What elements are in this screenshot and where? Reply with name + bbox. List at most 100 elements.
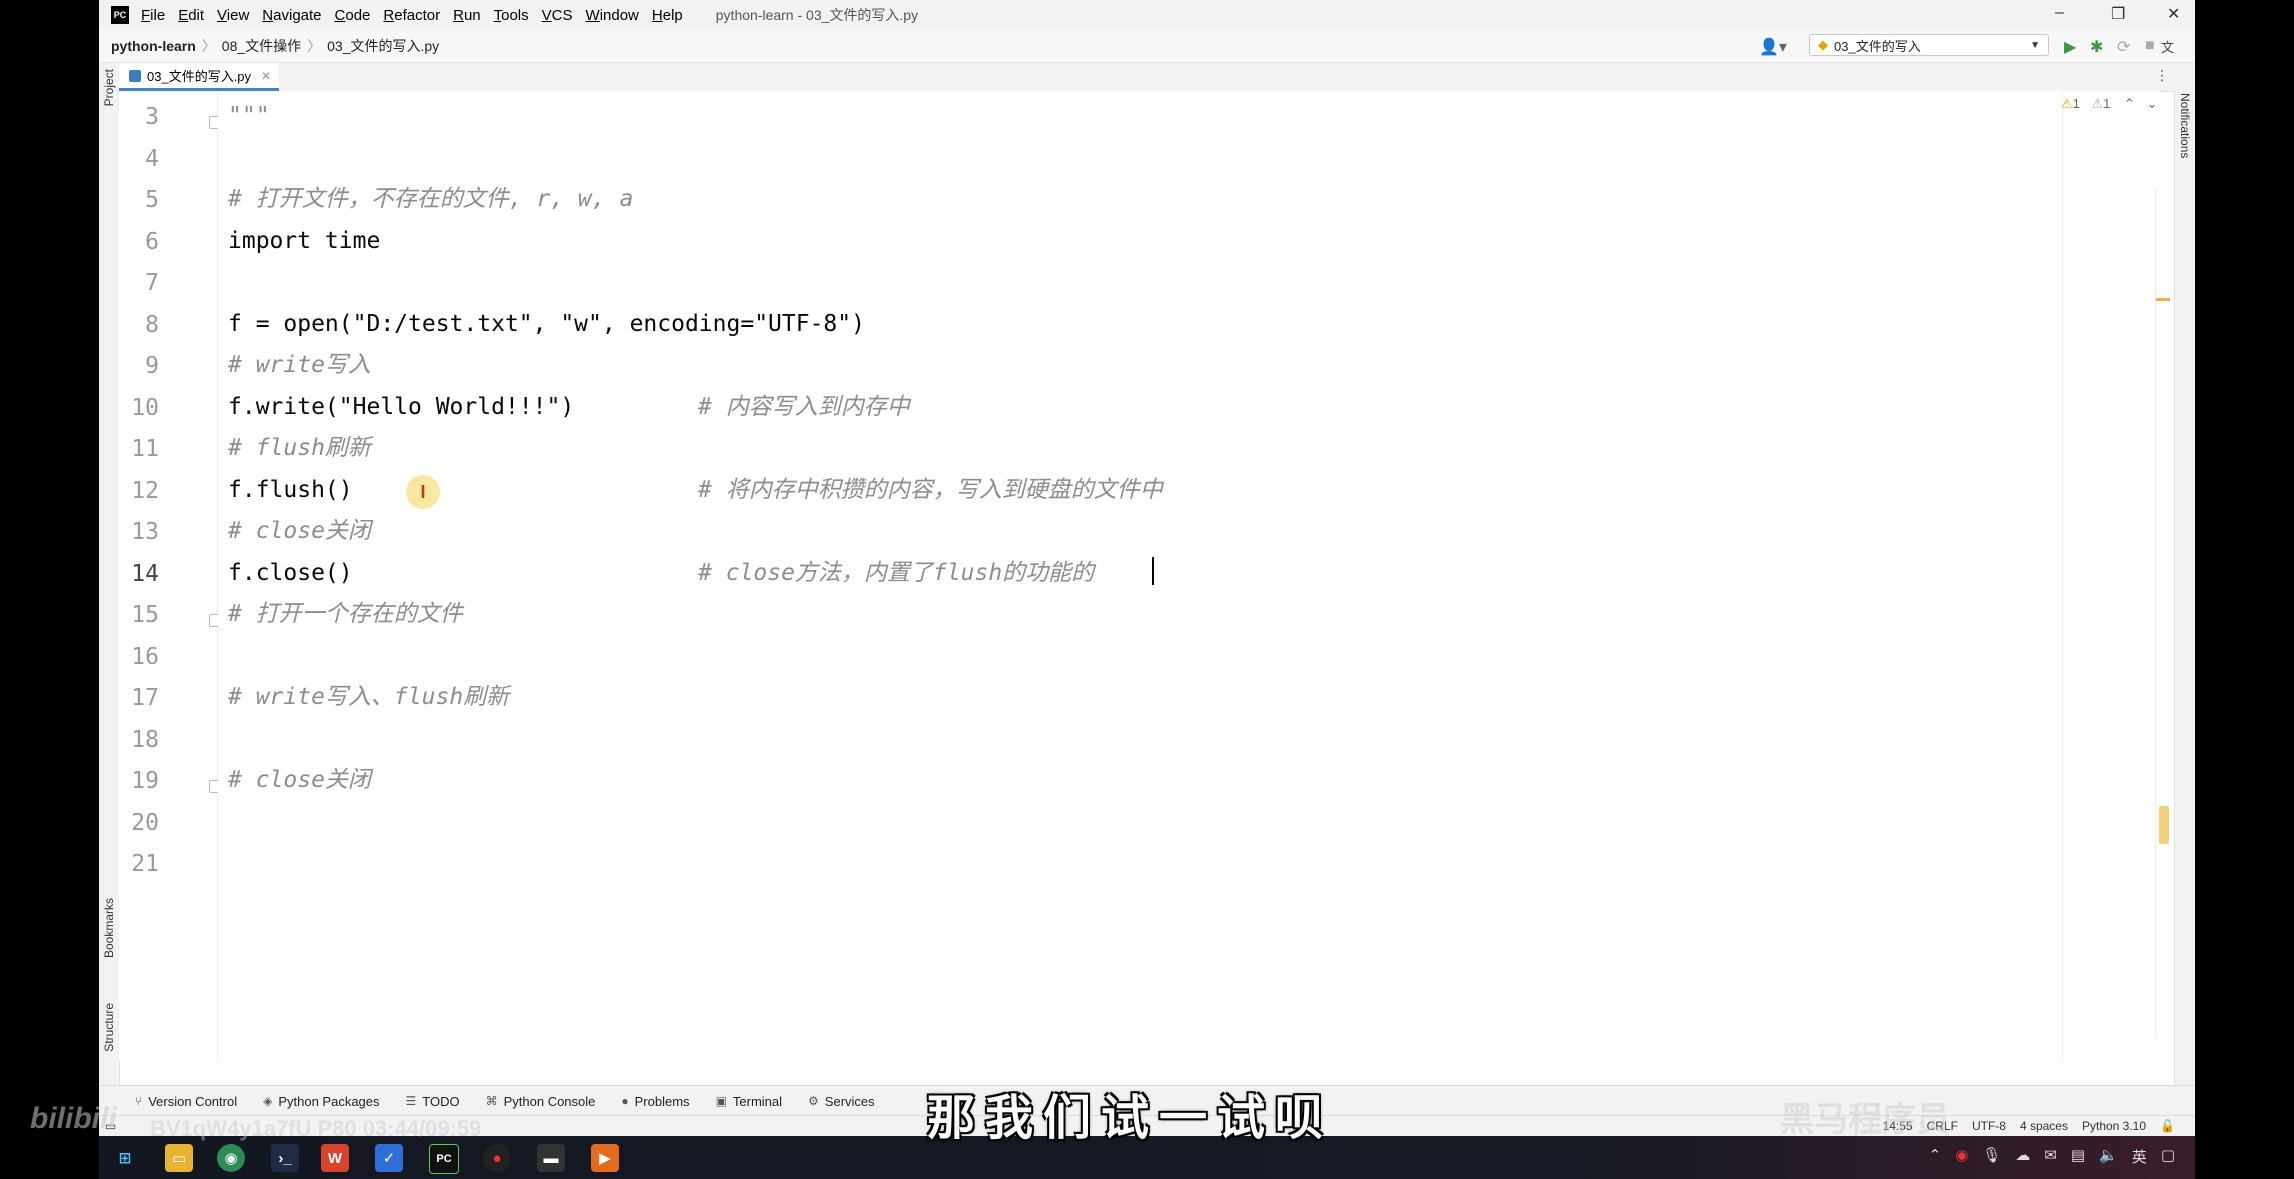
menu-navigate[interactable]: Navigate <box>262 7 321 24</box>
bookmarks-tool-tab[interactable]: Bookmarks <box>102 898 116 958</box>
menu-tools[interactable]: Tools <box>494 7 529 24</box>
menu-bar: PC File Edit View Navigate Code Refactor… <box>99 0 2195 30</box>
translate-icon[interactable]: 文 <box>2161 37 2174 56</box>
notifications-tool-tab[interactable]: Notifications <box>2178 93 2192 158</box>
cloud-icon[interactable]: ☁ <box>2015 1146 2030 1167</box>
problems-button[interactable]: ● Problems <box>621 1094 689 1109</box>
menu-window[interactable]: Window <box>586 7 639 24</box>
code-line: # close关闭 <box>228 760 371 800</box>
chevron-up-icon[interactable]: ⌃ <box>2124 96 2135 111</box>
console-app-icon[interactable]: ▬ <box>537 1144 565 1172</box>
volume-icon[interactable]: 🔈 <box>2099 1146 2118 1167</box>
packages-icon: ◈ <box>263 1094 273 1108</box>
line-number: 8 <box>145 311 159 338</box>
code-text: f = open("D:/test.txt", "w", encoding="U… <box>228 310 865 337</box>
network-icon[interactable]: ▤ <box>2071 1146 2085 1167</box>
line-number: 9 <box>145 353 159 379</box>
version-control-button[interactable]: ⑂ Version Control <box>135 1094 237 1109</box>
scrollbar-thumb[interactable] <box>2159 806 2169 844</box>
pycharm-taskbar-icon[interactable]: PC <box>429 1144 459 1174</box>
code-text: # close关闭 <box>228 767 371 793</box>
windows-start-icon[interactable]: ⊞ <box>111 1144 139 1172</box>
todo-label: TODO <box>422 1093 460 1109</box>
lock-icon[interactable]: 🔓 <box>2160 1119 2175 1133</box>
project-tool-tab[interactable]: Project <box>102 69 116 106</box>
menu-view[interactable]: View <box>217 7 249 24</box>
menu-refactor[interactable]: Refactor <box>383 7 440 24</box>
record-status-icon[interactable]: ◉ <box>1955 1146 1968 1167</box>
code-text: f.write("Hello World!!!") <box>228 393 575 420</box>
more-options-icon[interactable]: ⋮ <box>2155 67 2169 84</box>
code-text: # 打开文件，不存在的文件, r, w, a <box>228 186 634 212</box>
structure-tool-tab[interactable]: Structure <box>102 1003 116 1052</box>
line-number: 6 <box>145 228 159 255</box>
tab-03-file-write[interactable]: 03_文件的写入.py ✕ <box>119 63 279 91</box>
menu-file[interactable]: File <box>141 7 165 24</box>
wechat-icon[interactable]: ✉ <box>2044 1146 2057 1167</box>
minimize-icon[interactable]: – <box>2055 4 2064 22</box>
code-text: import time <box>228 227 381 254</box>
system-tray: ⌃ ◉ 🎙 ☁ ✉ ▤ 🔈 英 ▢ <box>1929 1146 2175 1167</box>
coverage-icon[interactable]: ⟳ <box>2117 37 2130 57</box>
ime-indicator[interactable]: 英 <box>2132 1146 2147 1167</box>
code-line: f.write("Hello World!!!") # 内容写入到内存中 <box>228 387 910 427</box>
todo-button[interactable]: ☰ TODO <box>406 1094 460 1109</box>
line-number: 21 <box>131 851 159 877</box>
user-icon[interactable]: 👤▾ <box>1759 37 1787 57</box>
breadcrumb-file[interactable]: 03_文件的写入.py <box>327 36 439 56</box>
chrome-icon[interactable]: ◉ <box>217 1144 245 1172</box>
line-number: 11 <box>131 436 159 462</box>
notification-center-icon[interactable]: ▢ <box>2161 1146 2175 1167</box>
close-icon[interactable]: ✕ <box>2167 4 2180 24</box>
python-packages-button[interactable]: ◈ Python Packages <box>263 1094 379 1109</box>
chevron-up-icon[interactable]: ⌃ <box>1929 1146 1942 1167</box>
run-configuration-select[interactable]: ◆ 03_文件的写入 ▼ <box>1809 34 2049 56</box>
debug-icon[interactable]: ✱ <box>2090 37 2103 57</box>
stop-icon[interactable]: ■ <box>2145 37 2155 55</box>
menu-code[interactable]: Code <box>335 7 371 24</box>
terminal-button[interactable]: ▣ Terminal <box>716 1094 782 1109</box>
window-title: python-learn - 03_文件的写入.py <box>715 7 919 23</box>
code-text: # write写入 <box>228 352 371 378</box>
breadcrumb-folder[interactable]: 08_文件操作 <box>222 36 301 56</box>
navigation-bar: python-learn 〉 08_文件操作 〉 03_文件的写入.py 👤▾ … <box>99 30 2195 63</box>
record-icon[interactable]: ● <box>483 1144 511 1172</box>
code-line: # write写入、flush刷新 <box>228 677 509 717</box>
media-player-icon[interactable]: ▶ <box>591 1144 619 1172</box>
warning-count: 1 <box>2072 96 2080 111</box>
todo-app-icon[interactable]: ✓ <box>375 1144 403 1172</box>
code-editor[interactable]: """ # 打开文件，不存在的文件, r, w, a import time f = … <box>218 91 2160 1061</box>
breadcrumb-project[interactable]: python-learn <box>111 38 196 54</box>
terminal-app-icon[interactable]: ›_ <box>271 1144 299 1172</box>
close-tab-icon[interactable]: ✕ <box>261 69 271 83</box>
wps-icon[interactable]: W <box>321 1144 349 1172</box>
problems-label: Problems <box>634 1093 690 1109</box>
list-icon: ☰ <box>405 1094 417 1108</box>
python-interpreter[interactable]: Python 3.10 <box>2082 1119 2146 1133</box>
microphone-icon[interactable]: 🎙 <box>1982 1146 2001 1167</box>
inline-comment: # 将内存中积攒的内容，写入到硬盘的文件中 <box>698 476 1163 503</box>
inspection-widget[interactable]: ⚠1 ⚠1 ⌃ ⌄ <box>2061 96 2157 112</box>
vertical-scrollbar[interactable] <box>2155 188 2172 1038</box>
chevron-down-icon[interactable]: ⌄ <box>2147 96 2158 111</box>
menu-help[interactable]: Help <box>652 7 683 24</box>
file-encoding[interactable]: UTF-8 <box>1972 1119 2006 1133</box>
chevron-down-icon: ▼ <box>2030 39 2040 51</box>
run-icon[interactable]: ▶ <box>2064 37 2076 57</box>
tab-label: 03_文件的写入.py <box>147 69 252 84</box>
line-number: 10 <box>131 394 159 421</box>
code-line: """ <box>228 96 270 136</box>
line-number: 15 <box>131 602 159 628</box>
menu-run[interactable]: Run <box>453 7 481 24</box>
menu-vcs[interactable]: VCS <box>542 7 573 24</box>
services-button[interactable]: ⚙ Services <box>808 1094 875 1109</box>
file-explorer-icon[interactable]: ▭ <box>165 1144 193 1172</box>
python-file-icon: ◆ <box>1818 37 1828 52</box>
line-number-gutter: 3 4 5 6 7 8 9 10 11 12 13 14 15 16 17 18 19 20 21 <box>119 91 220 1061</box>
indent-setting[interactable]: 4 spaces <box>2020 1119 2068 1133</box>
menu-edit[interactable]: Edit <box>178 7 204 24</box>
warning-stripe-marker[interactable] <box>2156 298 2170 301</box>
video-subtitle: 那我们试一试呗 <box>927 1090 1334 1146</box>
restore-icon[interactable]: ❐ <box>2111 4 2125 24</box>
python-console-button[interactable]: ⌘ Python Console <box>486 1094 596 1109</box>
